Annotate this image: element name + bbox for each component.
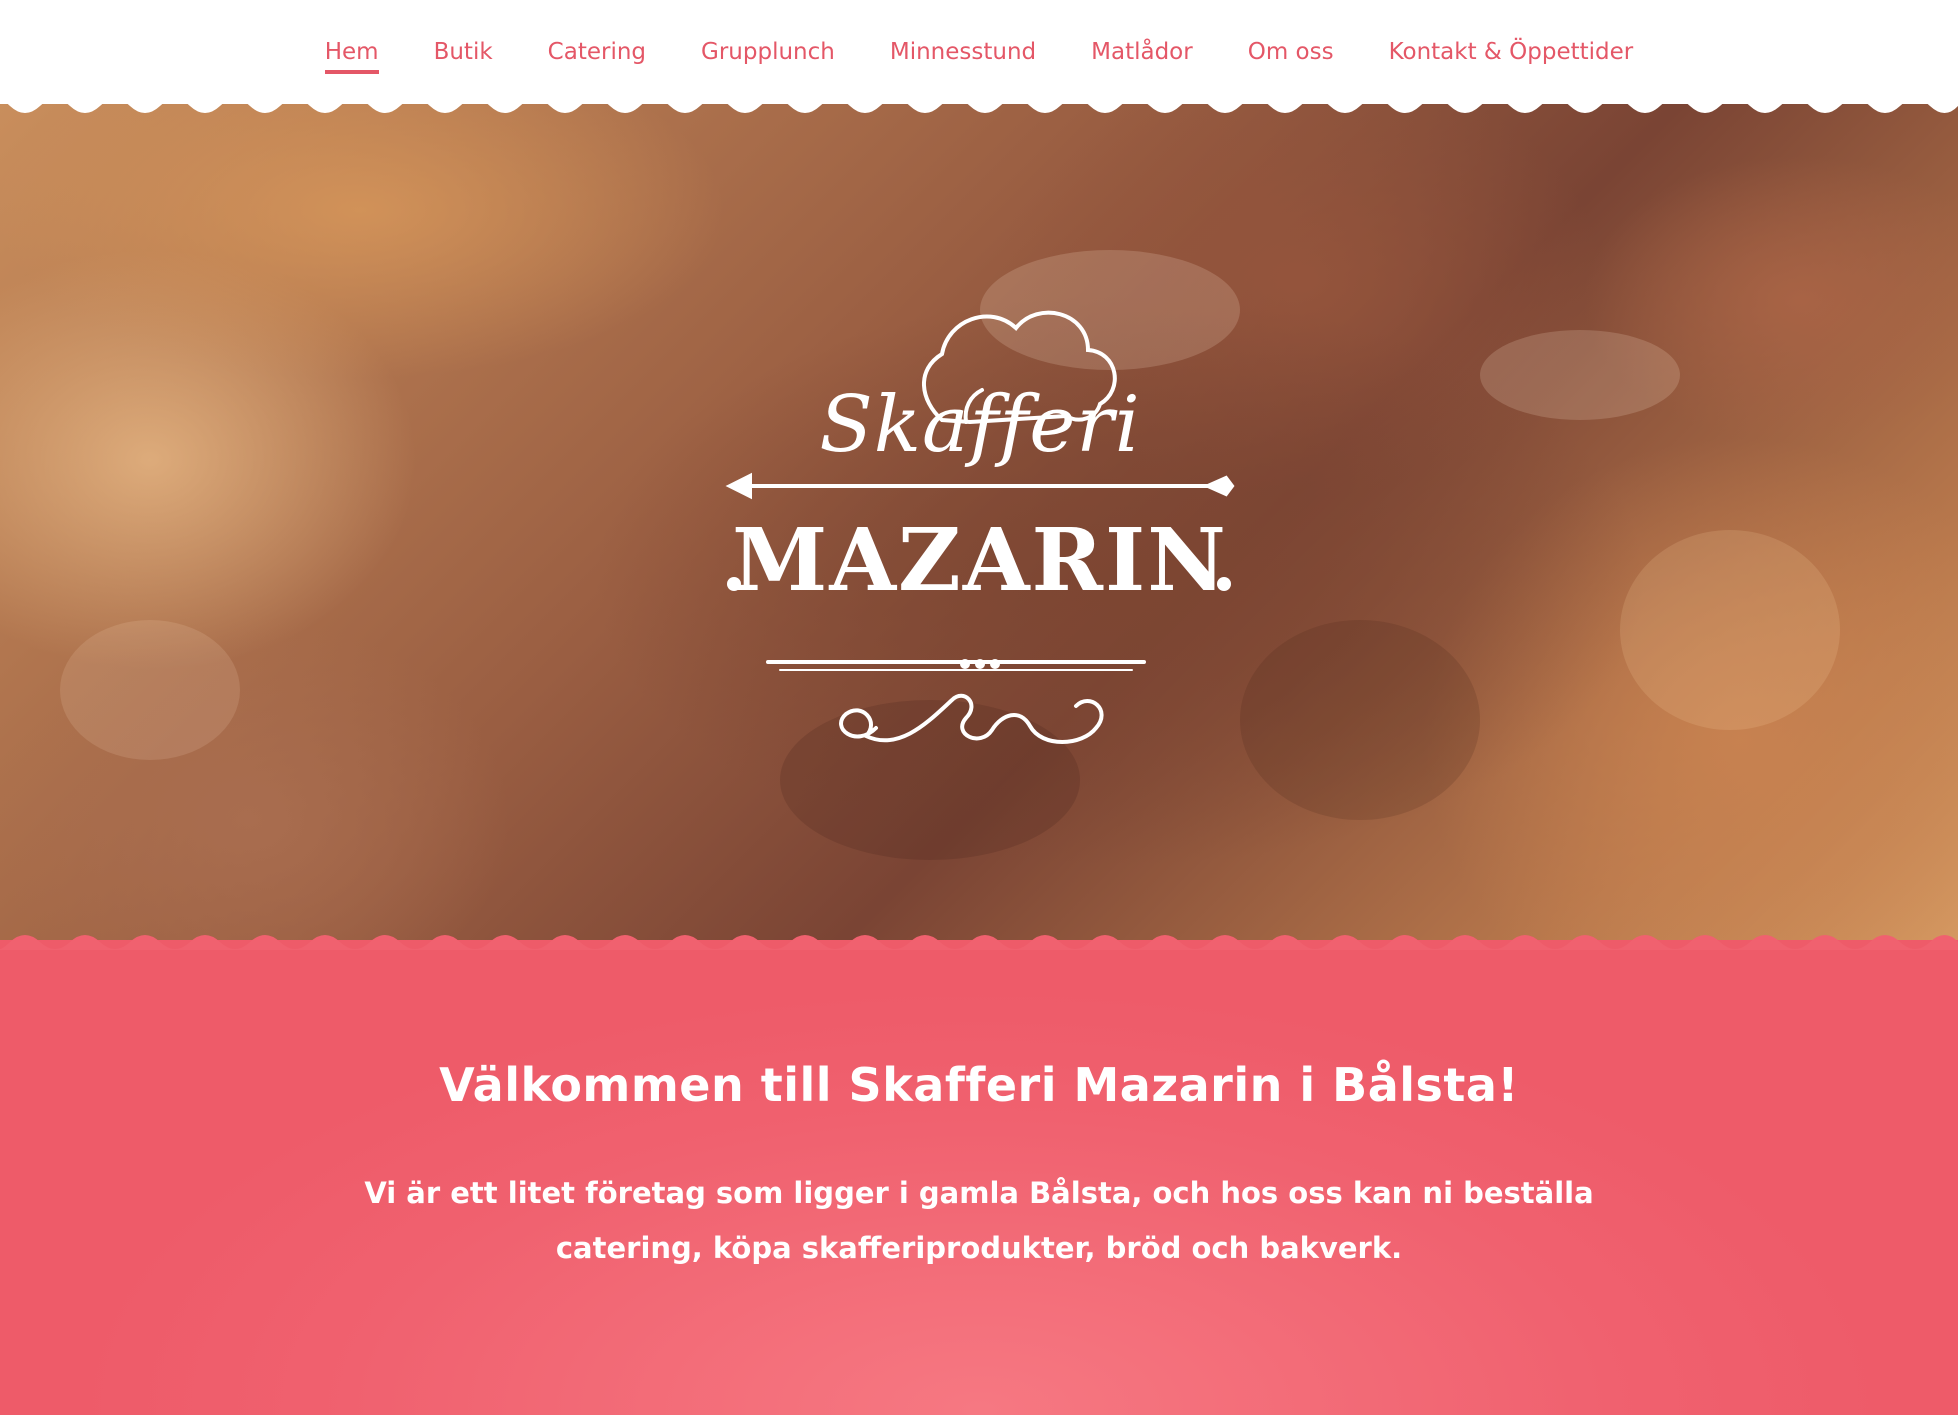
nav-link-kontakt[interactable]: Kontakt & Öppettider bbox=[1389, 36, 1634, 74]
main-navigation: Hem Butik Catering Grupplunch Minnesstun… bbox=[0, 0, 1958, 104]
nav-link-matlador[interactable]: Matlådor bbox=[1091, 36, 1193, 74]
wave-divider-bottom bbox=[0, 935, 1958, 950]
welcome-section: Välkommen till Skafferi Mazarin i Bålsta… bbox=[0, 940, 1958, 1415]
logo-main-text: MAZARIN bbox=[732, 510, 1228, 611]
nav-item-matlador: Matlådor bbox=[1091, 36, 1193, 74]
nav-item-kontakt: Kontakt & Öppettider bbox=[1389, 36, 1634, 74]
logo-script-text: Skafferi bbox=[819, 380, 1141, 470]
nav-item-hem: Hem bbox=[324, 36, 379, 74]
nav-item-minnesstund: Minnesstund bbox=[890, 36, 1036, 74]
nav-link-butik[interactable]: Butik bbox=[434, 36, 493, 74]
nav-item-om-oss: Om oss bbox=[1248, 36, 1334, 74]
skafferi-mazarin-logo: Skafferi MAZARIN bbox=[720, 290, 1240, 750]
welcome-body-text: Vi är ett litet företag som ligger i gam… bbox=[364, 1176, 1594, 1265]
nav-link-hem[interactable]: Hem bbox=[324, 36, 379, 74]
nav-link-catering[interactable]: Catering bbox=[548, 36, 646, 74]
nav-list: Hem Butik Catering Grupplunch Minnesstun… bbox=[0, 36, 1958, 74]
nav-item-catering: Catering bbox=[548, 36, 646, 74]
nav-link-minnesstund[interactable]: Minnesstund bbox=[890, 36, 1036, 74]
nav-link-om-oss[interactable]: Om oss bbox=[1248, 36, 1334, 74]
hero-banner: Skafferi MAZARIN bbox=[0, 100, 1958, 950]
welcome-heading: Välkommen till Skafferi Mazarin i Bålsta… bbox=[439, 1058, 1519, 1112]
nav-item-grupplunch: Grupplunch bbox=[701, 36, 835, 74]
nav-link-grupplunch[interactable]: Grupplunch bbox=[701, 36, 835, 74]
nav-item-butik: Butik bbox=[434, 36, 493, 74]
